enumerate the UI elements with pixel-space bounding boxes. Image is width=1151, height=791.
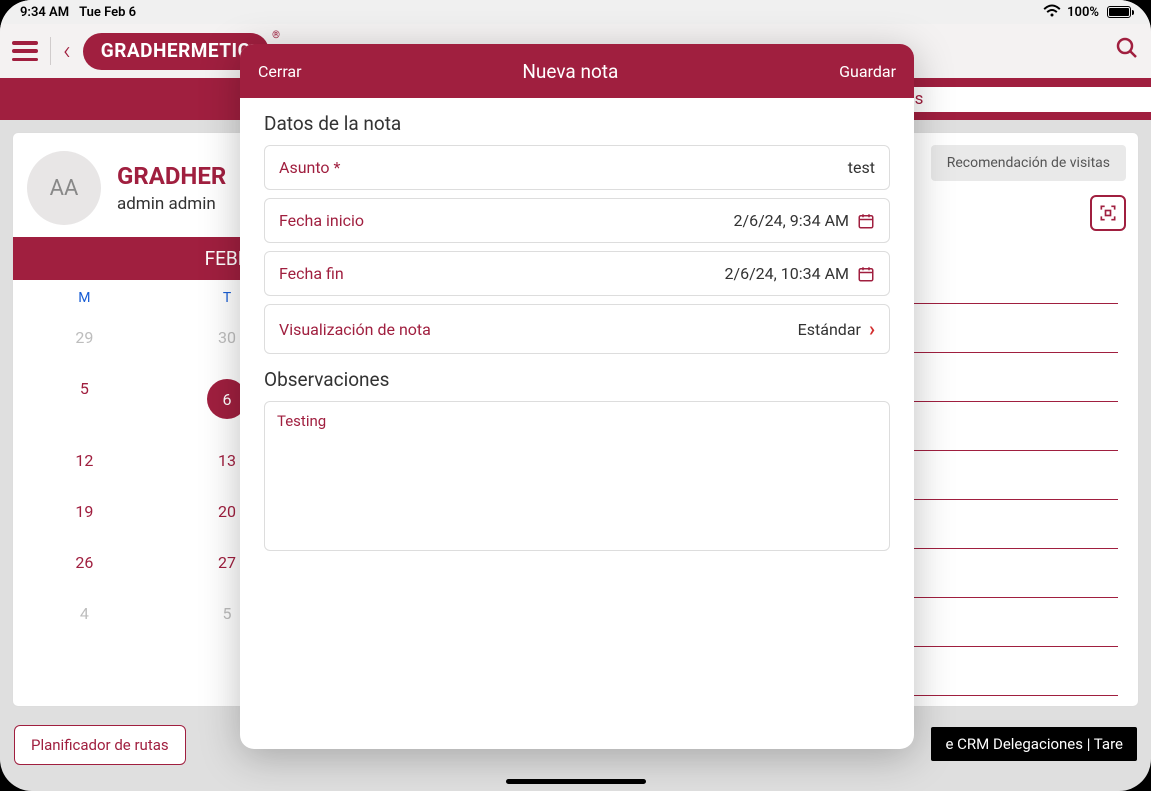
home-indicator [506, 779, 646, 784]
device-frame: 9:34 AM Tue Feb 6 100% ‹ GRADHERMETIC [0, 0, 1151, 791]
chevron-right-icon: › [869, 317, 875, 341]
route-planner-button[interactable]: Planificador de rutas [14, 725, 186, 765]
subject-value: test [848, 158, 875, 177]
end-date-value: 2/6/24, 10:34 AM [724, 264, 849, 283]
visualization-label: Visualización de nota [279, 320, 431, 339]
cal-day[interactable]: 29 [13, 312, 156, 363]
rec-visits-button[interactable]: Recomendación de visitas [931, 145, 1126, 181]
subject-field[interactable]: Asunto * test [264, 145, 890, 190]
save-button[interactable]: Guardar [839, 62, 896, 81]
ticker: e CRM Delegaciones | Tare [931, 727, 1137, 761]
end-date-field[interactable]: Fecha fin 2/6/24, 10:34 AM [264, 251, 890, 296]
profile-name: GRADHER [117, 162, 226, 190]
section-observations: Observaciones [264, 368, 890, 391]
modal-body: Datos de la nota Asunto * test Fecha ini… [240, 98, 914, 749]
profile-sub: admin admin [117, 194, 226, 214]
visualization-field[interactable]: Visualización de nota Estándar › [264, 304, 890, 354]
end-date-label: Fecha fin [279, 264, 344, 283]
divider [50, 37, 51, 65]
qr-scan-button[interactable] [1090, 195, 1126, 231]
modal-title: Nueva nota [302, 60, 840, 83]
avatar: AA [27, 151, 101, 225]
cal-day[interactable]: 4 [13, 588, 156, 639]
back-button[interactable]: ‹ [63, 38, 71, 64]
cal-day[interactable]: 5 [13, 363, 156, 435]
start-date-value: 2/6/24, 9:34 AM [733, 211, 849, 230]
calendar-icon [857, 265, 875, 283]
start-date-label: Fecha inicio [279, 211, 364, 230]
battery-icon [1107, 6, 1131, 18]
new-note-modal: Cerrar Nueva nota Guardar Datos de la no… [240, 44, 914, 749]
battery-percent: 100% [1067, 5, 1099, 20]
menu-button[interactable] [12, 41, 38, 61]
cal-day[interactable]: 12 [13, 435, 156, 486]
subject-label: Asunto * [279, 158, 340, 177]
observations-textarea[interactable]: Testing [264, 401, 890, 551]
cal-day[interactable]: 26 [13, 537, 156, 588]
search-icon[interactable] [1115, 36, 1139, 66]
wifi-icon [1043, 4, 1061, 21]
start-date-field[interactable]: Fecha inicio 2/6/24, 9:34 AM [264, 198, 890, 243]
section-note-data: Datos de la nota [264, 112, 890, 135]
calendar-icon [857, 212, 875, 230]
status-bar: 9:34 AM Tue Feb 6 100% [0, 0, 1151, 24]
status-date: Tue Feb 6 [79, 5, 136, 20]
cal-head-m: M [13, 280, 156, 312]
visualization-value: Estándar [798, 320, 861, 339]
status-time: 9:34 AM [20, 5, 69, 20]
close-button[interactable]: Cerrar [258, 62, 302, 81]
modal-header: Cerrar Nueva nota Guardar [240, 44, 914, 98]
cal-day[interactable]: 19 [13, 486, 156, 537]
